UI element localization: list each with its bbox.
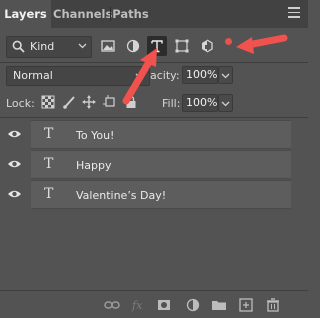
filter-kind-label: Kind	[30, 40, 55, 53]
new-group-icon[interactable]	[211, 298, 227, 312]
lock-all-icon[interactable]	[124, 95, 138, 109]
eye-icon	[8, 160, 21, 168]
panel-footer: fx	[0, 290, 308, 318]
text-layer-icon: T	[44, 126, 54, 142]
adjustment-layer-icon[interactable]	[185, 298, 201, 312]
layers-panel: Layers Channels Paths Kind Normal acity:…	[0, 0, 308, 318]
opacity-label: acity:	[150, 69, 180, 82]
tab-paths[interactable]: Paths	[112, 0, 149, 28]
lock-transparent-pixels-icon[interactable]	[41, 95, 55, 109]
layer-name[interactable]: Happy	[76, 159, 112, 172]
visibility-toggle[interactable]	[0, 180, 30, 209]
opacity-dropdown-button[interactable]	[218, 66, 233, 84]
chevron-down-icon	[135, 73, 144, 79]
layer-row[interactable]: T Happy	[0, 150, 308, 179]
eye-icon	[8, 130, 21, 138]
tab-layers[interactable]: Layers	[0, 0, 51, 28]
opacity-field[interactable]: 100%	[182, 66, 218, 84]
blend-mode-value: Normal	[13, 69, 53, 82]
pixel-filter-icon[interactable]	[98, 36, 118, 56]
new-layer-icon[interactable]	[238, 298, 254, 312]
layer-body[interactable]: T Happy	[31, 150, 291, 179]
shape-filter-icon[interactable]	[172, 36, 192, 56]
tab-channels[interactable]: Channels	[53, 0, 112, 28]
eye-icon	[8, 190, 21, 198]
text-layer-icon: T	[44, 156, 54, 172]
filter-kind-select[interactable]: Kind	[6, 36, 92, 58]
lock-label: Lock:	[6, 97, 35, 110]
layer-body[interactable]: T To You!	[31, 120, 291, 149]
type-filter-icon[interactable]	[147, 36, 167, 56]
fill-value: 100%	[186, 96, 218, 109]
fill-label: Fill:	[162, 97, 181, 110]
lock-position-icon[interactable]	[82, 95, 96, 109]
tab-separator	[110, 7, 111, 21]
adjustment-filter-icon[interactable]	[123, 36, 143, 56]
opacity-value: 100%	[186, 68, 218, 81]
layer-row[interactable]: T To You!	[0, 120, 308, 149]
fill-dropdown-button[interactable]	[218, 94, 233, 112]
arrow-icon	[236, 34, 288, 54]
visibility-toggle[interactable]	[0, 120, 30, 149]
text-layer-icon: T	[44, 186, 54, 202]
visibility-toggle[interactable]	[0, 150, 30, 179]
panel-menu-icon[interactable]	[288, 7, 300, 18]
layer-name[interactable]: To You!	[76, 129, 114, 142]
layer-body[interactable]: T Valentine’s Day!	[31, 180, 291, 209]
fill-field[interactable]: 100%	[182, 94, 218, 112]
svg-text:fx: fx	[131, 299, 143, 312]
panel-tab-bar: Layers Channels Paths	[0, 0, 308, 28]
layer-name[interactable]: Valentine’s Day!	[76, 189, 166, 202]
divider	[0, 117, 308, 118]
chevron-down-icon	[221, 101, 230, 107]
smart-object-filter-icon[interactable]	[197, 36, 217, 56]
divider	[0, 62, 308, 63]
blend-mode-select[interactable]: Normal	[6, 66, 150, 86]
trash-icon[interactable]	[265, 298, 281, 312]
layer-row[interactable]: T Valentine’s Day!	[0, 180, 308, 209]
chevron-down-icon	[78, 43, 87, 49]
link-layers-icon[interactable]	[104, 298, 120, 312]
lock-artboard-icon[interactable]	[103, 95, 117, 109]
search-icon	[12, 40, 25, 53]
chevron-down-icon	[221, 73, 230, 79]
fx-icon[interactable]: fx	[131, 298, 147, 312]
filter-toggle-icon[interactable]	[225, 38, 232, 45]
add-mask-icon[interactable]	[156, 298, 172, 312]
lock-image-pixels-icon[interactable]	[62, 95, 76, 109]
